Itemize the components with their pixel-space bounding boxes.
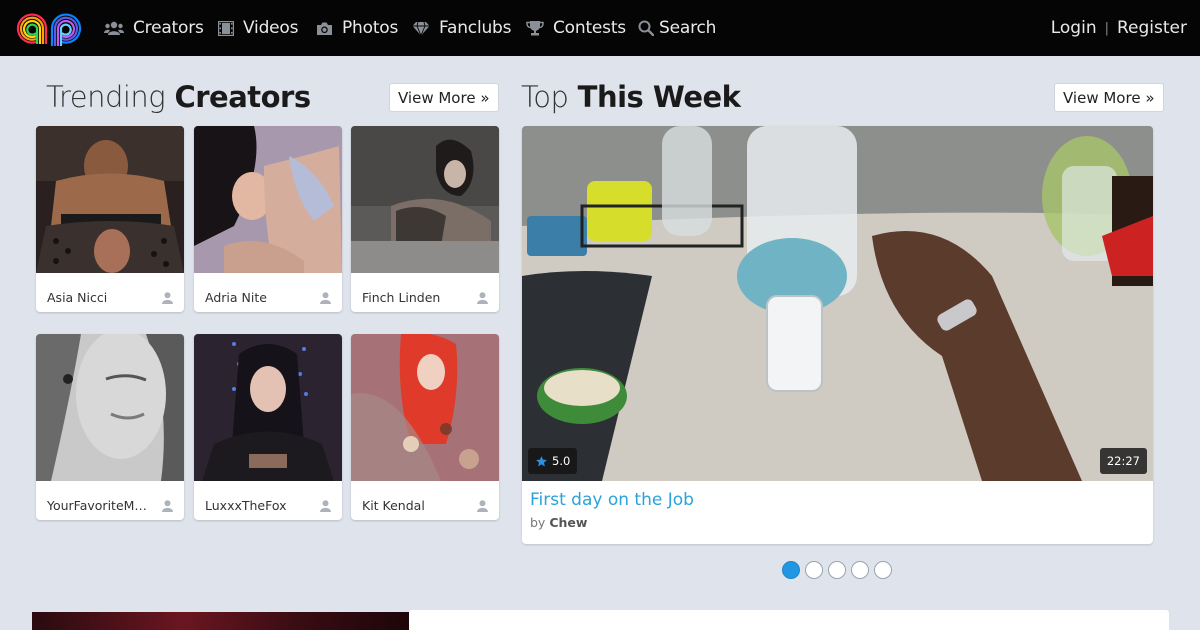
- user-icon: [320, 291, 331, 304]
- creator-card[interactable]: YourFavoriteMo…: [36, 334, 184, 520]
- creator-name[interactable]: Adria Nite: [205, 290, 267, 305]
- creator-name[interactable]: Kit Kendal: [362, 498, 425, 513]
- next-section-panel: [409, 610, 1169, 630]
- creator-name[interactable]: LuxxxTheFox: [205, 498, 287, 513]
- top-navbar: Creators Videos Photos Fanclubs Contests…: [0, 0, 1200, 56]
- creator-name[interactable]: YourFavoriteMo…: [47, 498, 151, 513]
- featured-video-byline: by Chew: [530, 515, 587, 530]
- featured-video-author[interactable]: Chew: [549, 515, 587, 530]
- star-icon: [536, 455, 547, 466]
- auth-separator: |: [1104, 20, 1109, 36]
- trophy-icon: [526, 21, 544, 36]
- user-icon: [477, 499, 488, 512]
- top-title-bold: This Week: [577, 80, 741, 114]
- creator-card-footer: Kit Kendal: [351, 486, 499, 520]
- nav-contests-label: Contests: [553, 18, 626, 38]
- carousel-pagination: [782, 561, 897, 579]
- byline-prefix: by: [530, 515, 546, 530]
- carousel-dot[interactable]: [851, 561, 869, 579]
- creator-card[interactable]: LuxxxTheFox: [194, 334, 342, 520]
- user-icon: [477, 291, 488, 304]
- user-icon: [320, 499, 331, 512]
- top-title-light: Top: [521, 80, 569, 114]
- featured-video-card[interactable]: 5.0 22:27 First day on the Job by Chew: [522, 126, 1153, 544]
- creator-card-footer: Finch Linden: [351, 278, 499, 312]
- creator-thumbnail[interactable]: [194, 334, 342, 481]
- featured-video-thumbnail[interactable]: [522, 126, 1153, 481]
- nav-photos[interactable]: Photos: [316, 0, 398, 56]
- creator-thumbnail[interactable]: [351, 334, 499, 481]
- carousel-dot[interactable]: [805, 561, 823, 579]
- nav-creators[interactable]: Creators: [104, 0, 204, 56]
- site-logo[interactable]: [16, 8, 82, 48]
- creator-card[interactable]: Adria Nite: [194, 126, 342, 312]
- creator-card-footer: Adria Nite: [194, 278, 342, 312]
- search-icon: [638, 20, 654, 36]
- trending-view-more-button[interactable]: View More »: [389, 83, 499, 112]
- nav-creators-label: Creators: [133, 18, 204, 38]
- creator-card[interactable]: Kit Kendal: [351, 334, 499, 520]
- top-week-view-more-button[interactable]: View More »: [1054, 83, 1164, 112]
- rating-badge: 5.0: [528, 448, 578, 474]
- creator-thumbnail[interactable]: [351, 126, 499, 273]
- auth-links: Login | Register: [1051, 0, 1187, 56]
- top-this-week-heading: Top This Week: [521, 80, 741, 114]
- nav-fanclubs-label: Fanclubs: [439, 18, 512, 38]
- film-icon: [218, 20, 234, 36]
- creator-card-footer: LuxxxTheFox: [194, 486, 342, 520]
- creator-thumbnail[interactable]: [36, 334, 184, 481]
- nav-photos-label: Photos: [342, 18, 399, 38]
- nav-videos-label: Videos: [243, 18, 299, 38]
- creator-name[interactable]: Asia Nicci: [47, 290, 107, 305]
- nav-contests[interactable]: Contests: [526, 0, 626, 56]
- creator-thumbnail[interactable]: [194, 126, 342, 273]
- trending-title-bold: Creators: [174, 80, 311, 114]
- user-icon: [162, 291, 173, 304]
- carousel-dot[interactable]: [874, 561, 892, 579]
- creator-card[interactable]: Finch Linden: [351, 126, 499, 312]
- creator-thumbnail[interactable]: [36, 126, 184, 273]
- nav-search[interactable]: Search: [638, 0, 716, 56]
- nav-videos[interactable]: Videos: [218, 0, 298, 56]
- creator-card[interactable]: Asia Nicci: [36, 126, 184, 312]
- register-link[interactable]: Register: [1117, 18, 1187, 38]
- user-icon: [162, 499, 173, 512]
- trending-creators-heading: Trending Creators: [46, 80, 311, 114]
- nav-fanclubs[interactable]: Fanclubs: [412, 0, 512, 56]
- nav-search-label: Search: [659, 18, 717, 38]
- users-icon: [104, 21, 124, 35]
- diamond-icon: [412, 21, 430, 36]
- login-link[interactable]: Login: [1051, 18, 1097, 38]
- camera-icon: [317, 22, 332, 35]
- featured-video-title[interactable]: First day on the Job: [530, 490, 694, 510]
- trending-title-light: Trending: [46, 80, 166, 114]
- creator-name[interactable]: Finch Linden: [362, 290, 440, 305]
- carousel-dot[interactable]: [782, 561, 800, 579]
- creator-card-footer: YourFavoriteMo…: [36, 486, 184, 520]
- carousel-dot[interactable]: [828, 561, 846, 579]
- creator-card-footer: Asia Nicci: [36, 278, 184, 312]
- duration-badge: 22:27: [1099, 448, 1147, 474]
- rating-value: 5.0: [552, 454, 571, 468]
- next-section-thumbnail[interactable]: [32, 612, 409, 630]
